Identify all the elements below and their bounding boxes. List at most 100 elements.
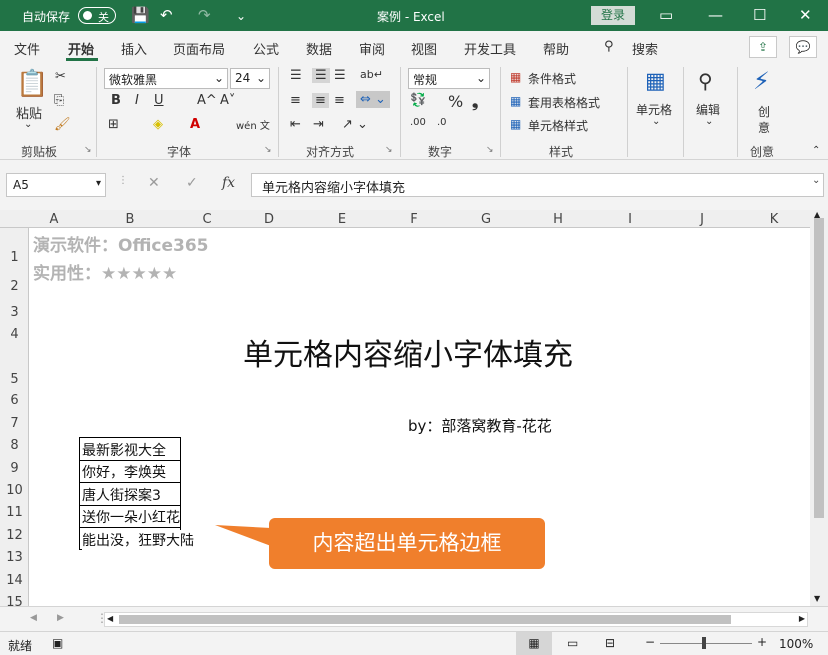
align-bottom-icon[interactable]: ☰: [334, 68, 346, 83]
title-cell[interactable]: 单元格内容缩小字体填充: [243, 330, 573, 374]
scroll-left-icon[interactable]: ◀: [107, 614, 113, 623]
save-icon[interactable]: 💾: [131, 6, 150, 24]
insert-function-button[interactable]: fx: [222, 175, 235, 191]
cell-b12[interactable]: 送你一朵小红花: [82, 507, 180, 527]
tab-home[interactable]: 开始: [68, 39, 94, 58]
tab-help[interactable]: 帮助: [543, 39, 569, 58]
align-top-icon[interactable]: ☰: [290, 68, 302, 83]
next-sheet-icon[interactable]: ▶: [57, 613, 64, 623]
vertical-scrollbar[interactable]: ▲ ▼: [810, 210, 828, 606]
align-left-icon[interactable]: ≡: [290, 93, 301, 108]
italic-button[interactable]: I: [135, 93, 139, 108]
decrease-indent-icon[interactable]: ⇤: [290, 117, 301, 132]
row-header[interactable]: 11: [0, 505, 29, 520]
row-header[interactable]: 8: [0, 438, 29, 453]
column-header-b[interactable]: B: [78, 212, 182, 227]
row-header[interactable]: 3: [0, 305, 29, 320]
customize-icon[interactable]: ⌄: [236, 9, 246, 23]
cells-icon[interactable]: ▦: [645, 69, 666, 94]
align-right-icon[interactable]: ≡: [334, 93, 345, 108]
zoom-in-icon[interactable]: +: [757, 635, 767, 649]
tab-formulas[interactable]: 公式: [253, 39, 279, 58]
format-as-table-button[interactable]: 套用表格格式: [528, 94, 600, 111]
row-header[interactable]: 9: [0, 461, 29, 476]
row-header[interactable]: 12: [0, 528, 29, 543]
redo-icon[interactable]: ↷: [198, 6, 211, 24]
ideas-label-2[interactable]: 意: [758, 119, 770, 136]
number-launcher-icon[interactable]: ↘: [486, 145, 494, 155]
prev-sheet-icon[interactable]: ◀: [30, 613, 37, 623]
column-header-c[interactable]: C: [182, 212, 232, 227]
column-header-f[interactable]: F: [378, 212, 450, 227]
percent-button[interactable]: %: [448, 92, 463, 111]
login-button[interactable]: 登录: [591, 6, 635, 25]
fill-color-icon[interactable]: ◈: [153, 117, 163, 132]
column-header-i[interactable]: I: [594, 212, 666, 227]
bold-button[interactable]: B: [111, 93, 121, 108]
cell-a2[interactable]: 实用性：★★★★★: [33, 259, 177, 284]
accounting-format-icon[interactable]: 💱: [410, 93, 426, 108]
normal-view-icon[interactable]: ▦: [516, 632, 552, 655]
column-header-a[interactable]: A: [30, 212, 78, 227]
ideas-label-1[interactable]: 创: [758, 103, 770, 120]
collapse-ribbon-icon[interactable]: ⌃: [812, 145, 820, 156]
row-header[interactable]: 10: [0, 483, 29, 498]
wrap-text-icon[interactable]: ab↵: [360, 68, 383, 81]
row-header[interactable]: 7: [0, 416, 29, 431]
font-color-icon[interactable]: A: [190, 117, 200, 132]
page-break-view-icon[interactable]: ⊟: [605, 636, 615, 650]
tab-insert[interactable]: 插入: [121, 39, 147, 58]
share-button[interactable]: ⇪: [749, 36, 777, 58]
scroll-thumb[interactable]: [814, 218, 824, 518]
macro-record-icon[interactable]: ▣: [52, 636, 63, 650]
horizontal-scrollbar[interactable]: ◀ ▶: [104, 612, 808, 627]
paste-dropdown-icon[interactable]: ⌄: [24, 119, 32, 130]
column-header-j[interactable]: J: [666, 212, 738, 227]
maximize-icon[interactable]: ☐: [753, 6, 766, 24]
autosave-toggle[interactable]: 关: [78, 7, 116, 24]
grow-font-button[interactable]: A^: [197, 93, 217, 108]
scroll-right-icon[interactable]: ▶: [799, 614, 805, 623]
cell-styles-button[interactable]: 单元格样式: [528, 117, 588, 134]
column-header-k[interactable]: K: [738, 212, 810, 227]
orientation-icon[interactable]: ↗ ⌄: [342, 117, 368, 132]
zoom-slider[interactable]: [660, 643, 752, 644]
row-header[interactable]: 1: [0, 250, 29, 265]
underline-button[interactable]: U: [154, 93, 164, 108]
ribbon-display-icon[interactable]: ▭: [659, 6, 673, 24]
font-launcher-icon[interactable]: ↘: [264, 145, 272, 155]
font-name-select[interactable]: 微软雅黑 ⌄: [104, 68, 228, 89]
tab-developer[interactable]: 开发工具: [464, 39, 516, 58]
decrease-decimal-icon[interactable]: .0: [437, 117, 447, 128]
row-header[interactable]: 14: [0, 573, 29, 588]
formula-input[interactable]: 单元格内容缩小字体填充: [251, 173, 824, 197]
cell-b11[interactable]: 唐人街探案3: [82, 485, 161, 505]
tab-review[interactable]: 审阅: [359, 39, 385, 58]
byline-cell[interactable]: by：部落窝教育-花花: [408, 415, 552, 436]
align-middle-icon[interactable]: ☰: [312, 68, 330, 83]
tab-data[interactable]: 数据: [306, 39, 332, 58]
column-header-g[interactable]: G: [450, 212, 522, 227]
row-header[interactable]: 2: [0, 279, 29, 294]
zoom-slider-thumb[interactable]: [702, 637, 706, 649]
column-header-e[interactable]: E: [306, 212, 378, 227]
search-icon[interactable]: ⚲: [604, 39, 614, 54]
merge-center-icon[interactable]: ⇔ ⌄: [356, 91, 390, 108]
tab-page-layout[interactable]: 页面布局: [173, 39, 225, 58]
increase-decimal-icon[interactable]: .00: [410, 117, 426, 128]
conditional-format-button[interactable]: 条件格式: [528, 70, 576, 87]
align-center-icon[interactable]: ≡: [312, 93, 329, 108]
borders-icon[interactable]: ⊞: [108, 117, 119, 132]
scroll-down-icon[interactable]: ▼: [814, 594, 820, 603]
shrink-font-button[interactable]: A˅: [220, 93, 235, 108]
column-header-d[interactable]: D: [232, 212, 306, 227]
cancel-icon[interactable]: ✕: [148, 175, 160, 191]
cell-b10[interactable]: 你好，李焕英: [82, 462, 166, 482]
undo-icon[interactable]: ↶: [160, 6, 173, 24]
horizontal-scroll-thumb[interactable]: [119, 615, 731, 624]
column-header-h[interactable]: H: [522, 212, 594, 227]
expand-formula-icon[interactable]: ⌄: [812, 175, 820, 186]
font-size-select[interactable]: 24 ⌄: [230, 68, 270, 89]
zoom-out-icon[interactable]: −: [645, 635, 655, 649]
tab-view[interactable]: 视图: [411, 39, 437, 58]
